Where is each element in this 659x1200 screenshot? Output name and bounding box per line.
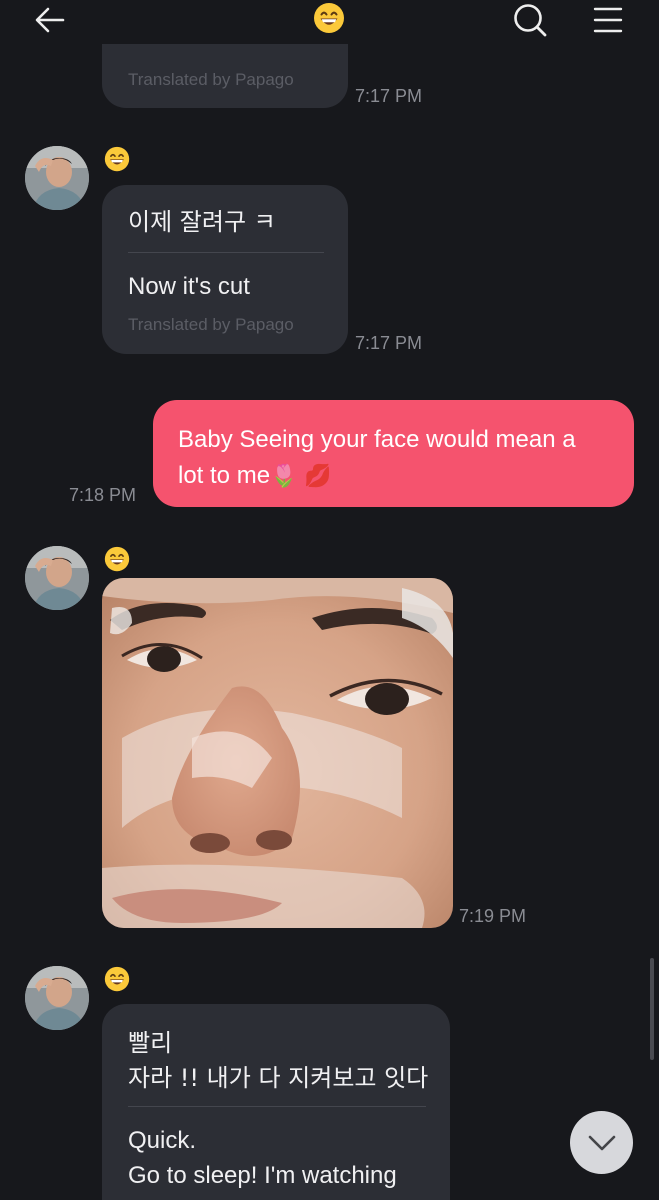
avatar-image: [25, 966, 89, 1030]
sender-emoji-icon: [104, 146, 130, 172]
translation-divider: [128, 252, 324, 253]
message-original-text: 이제 잘려구 ㅋ: [128, 208, 276, 236]
message-original-text: 자라 !! 내가 다 지켜보고 잇다: [128, 1064, 429, 1092]
search-icon: [514, 4, 547, 37]
selfie-photo: [102, 578, 453, 928]
message-bubble[interactable]: 이제 잘려구 ㅋ Now it's cut Translated by Papa…: [102, 185, 348, 354]
message-translation-text: Quick.: [128, 1127, 197, 1154]
translated-by-papago: Translated by Papago: [128, 315, 294, 334]
chat-header: [0, 0, 659, 44]
outgoing-message-text: Baby Seeing your face would mean a: [178, 426, 576, 453]
search-button[interactable]: [502, 0, 558, 40]
back-button[interactable]: [22, 0, 78, 40]
message-timestamp: 7:17 PM: [355, 86, 423, 106]
back-arrow-icon: [35, 7, 65, 33]
translated-by-papago: Translated by Papago: [128, 70, 294, 89]
scroll-to-bottom-button[interactable]: [570, 1111, 633, 1174]
sender-emoji-icon: [104, 546, 130, 572]
avatar-image: [25, 146, 89, 210]
message-bubble[interactable]: 빨리 자라 !! 내가 다 지켜보고 잇다 Quick. Go to sleep…: [102, 1004, 450, 1200]
sender-emoji-icon: [104, 966, 130, 992]
avatar-image: [25, 546, 89, 610]
avatar[interactable]: [25, 966, 89, 1030]
photo-message[interactable]: [102, 578, 453, 928]
chevron-down-icon: [588, 1135, 615, 1150]
message-translation-text: Go to sleep! I'm watching: [128, 1162, 397, 1189]
message-timestamp: 7:19 PM: [459, 906, 527, 926]
message-bubble[interactable]: Translated by Papago: [102, 40, 348, 108]
hamburger-menu-icon: [593, 7, 623, 33]
outgoing-message-bubble[interactable]: Baby Seeing your face would mean a lot t…: [153, 400, 634, 507]
avatar[interactable]: [25, 146, 89, 210]
message-timestamp: 7:17 PM: [355, 333, 423, 353]
outgoing-message-text: lot to me: [178, 462, 271, 489]
translation-divider: [128, 1106, 426, 1107]
menu-button[interactable]: [580, 0, 636, 40]
outgoing-message-line2: lot to me🌷 💋: [178, 458, 634, 495]
message-translation-text: Now it's cut: [128, 273, 250, 300]
tulip-kiss-emojis: 🌷 💋: [270, 464, 332, 489]
grinning-face-emoji[interactable]: [313, 2, 345, 34]
message-original-text: 빨리: [128, 1029, 173, 1057]
avatar[interactable]: [25, 546, 89, 610]
message-timestamp: 7:18 PM: [69, 485, 137, 505]
scrollbar[interactable]: [650, 958, 654, 1060]
